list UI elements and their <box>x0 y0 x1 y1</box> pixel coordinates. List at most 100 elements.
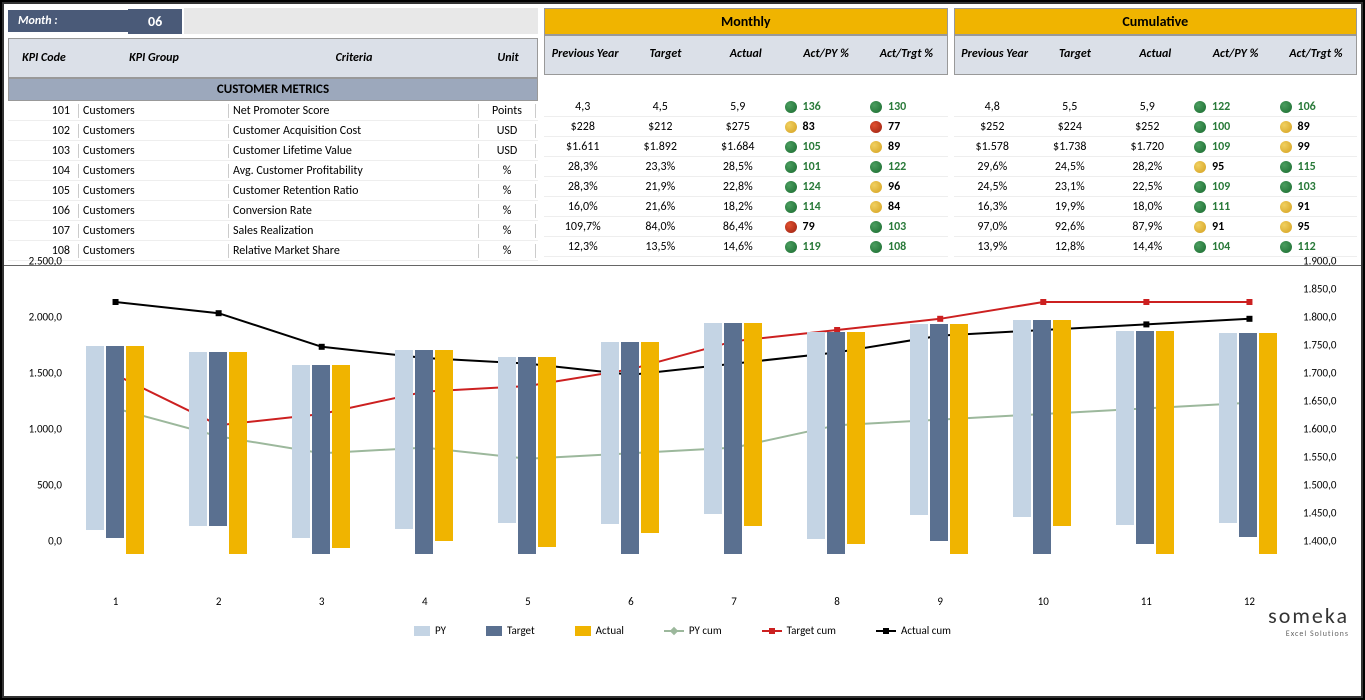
sub-py: Previous Year <box>545 48 625 61</box>
value-row: 109,7% 84,0% 86,4% 79 103 <box>544 217 948 237</box>
header-criteria: Criteria <box>229 51 479 65</box>
cell-py: 12,3% <box>544 240 622 254</box>
value-row: $1.578 $1.738 $1.720 109 99 <box>954 137 1358 157</box>
table-row: 105 Customers Customer Retention Ratio % <box>8 181 538 201</box>
cell-target: 23,1% <box>1031 180 1109 194</box>
cell-group: Customers <box>78 244 228 258</box>
cell-unit: % <box>478 164 536 178</box>
monthly-header: Monthly <box>544 8 948 35</box>
cell-actpy: 122 <box>1186 100 1272 114</box>
csub-target: Target <box>1035 48 1115 61</box>
line-py-cum <box>116 403 1250 459</box>
legend-py: PY <box>414 624 446 637</box>
bar-target <box>827 332 845 554</box>
legend-acum: Actual cum <box>876 624 951 637</box>
cell-actual: $1.684 <box>699 140 777 154</box>
cell-actual: 28,2% <box>1109 160 1187 174</box>
bar-target <box>1033 320 1051 554</box>
status-dot-icon <box>785 121 797 133</box>
bar-target <box>312 365 330 554</box>
status-dot-icon <box>1280 201 1292 213</box>
bar-py <box>807 332 825 539</box>
cell-acttrgt: 108 <box>862 240 948 254</box>
monthly-sub-headers: Previous Year Target Actual Act/PY % Act… <box>544 35 948 75</box>
monthly-panel: Monthly Previous Year Target Actual Act/… <box>544 8 948 261</box>
bar-group <box>292 365 350 554</box>
bar-group <box>910 324 968 554</box>
status-dot-icon <box>1194 241 1206 253</box>
cumulative-panel: Cumulative Previous Year Target Actual A… <box>954 8 1358 261</box>
status-dot-icon <box>1280 161 1292 173</box>
cell-actpy: 105 <box>777 140 863 154</box>
cell-py: 109,7% <box>544 220 622 234</box>
status-dot-icon <box>1194 161 1206 173</box>
month-value[interactable]: 06 <box>128 9 182 34</box>
cell-target: 12,8% <box>1031 240 1109 254</box>
bar-target <box>930 324 948 540</box>
cell-criteria: Sales Realization <box>228 224 478 238</box>
header-kpi-code: KPI Code <box>9 51 79 65</box>
cell-acttrgt: 112 <box>1272 240 1358 254</box>
status-dot-icon <box>1194 141 1206 153</box>
status-dot-icon <box>870 101 882 113</box>
value-row: 97,0% 92,6% 87,9% 91 95 <box>954 217 1358 237</box>
cell-unit: USD <box>478 124 536 138</box>
left-column-headers: KPI Code KPI Group Criteria Unit <box>8 38 538 78</box>
csub-actual: Actual <box>1115 48 1195 61</box>
bar-group <box>1116 331 1174 554</box>
bar-py <box>498 357 516 523</box>
status-dot-icon <box>870 241 882 253</box>
value-row: $1.611 $1.892 $1.684 105 89 <box>544 137 948 157</box>
cell-py: $252 <box>954 120 1032 134</box>
value-row: 28,3% 21,9% 22,8% 124 96 <box>544 177 948 197</box>
cell-group: Customers <box>78 104 228 118</box>
value-row: 28,3% 23,3% 28,5% 101 122 <box>544 157 948 177</box>
line-actual-cum <box>116 302 1250 375</box>
table-row: 107 Customers Sales Realization % <box>8 221 538 241</box>
cell-actual: $1.720 <box>1109 140 1187 154</box>
cell-py: 28,3% <box>544 180 622 194</box>
bar-group <box>498 357 556 554</box>
cell-unit: % <box>478 204 536 218</box>
chart-area: 0,0500,01.000,01.500,02.000,02.500,0 1.4… <box>4 265 1361 645</box>
cell-target: $224 <box>1031 120 1109 134</box>
cell-unit: % <box>478 224 536 238</box>
cell-py: 16,3% <box>954 200 1032 214</box>
dashboard-container: Month : 06 KPI Code KPI Group Criteria U… <box>2 2 1363 698</box>
cell-target: 21,6% <box>622 200 700 214</box>
cell-target: 19,9% <box>1031 200 1109 214</box>
legend-actual: Actual <box>575 624 624 637</box>
sub-target: Target <box>625 48 705 61</box>
cell-actpy: 100 <box>1186 120 1272 134</box>
month-spacer <box>184 8 538 34</box>
bar-target <box>209 352 227 526</box>
header-kpi-group: KPI Group <box>79 51 229 65</box>
cell-py: 4,8 <box>954 100 1032 114</box>
cell-target: $1.892 <box>622 140 700 154</box>
cell-unit: USD <box>478 144 536 158</box>
legend-target: Target <box>486 624 535 637</box>
cell-group: Customers <box>78 184 228 198</box>
cell-actpy: 114 <box>777 200 863 214</box>
cell-target: 5,5 <box>1031 100 1109 114</box>
line-target-cum <box>116 302 1250 425</box>
sub-actpy: Act/PY % <box>786 48 866 61</box>
cell-code: 101 <box>8 104 78 118</box>
cell-acttrgt: 89 <box>1272 120 1358 134</box>
value-row: 13,9% 12,8% 14,4% 104 112 <box>954 237 1358 257</box>
bar-target <box>1239 333 1257 537</box>
cell-acttrgt: 122 <box>862 160 948 174</box>
status-dot-icon <box>870 201 882 213</box>
cell-acttrgt: 103 <box>1272 180 1358 194</box>
cell-actpy: 109 <box>1186 180 1272 194</box>
cell-acttrgt: 115 <box>1272 160 1358 174</box>
legend-tcum: Target cum <box>762 624 836 637</box>
header-unit: Unit <box>479 51 537 65</box>
status-dot-icon <box>785 221 797 233</box>
cell-target: 92,6% <box>1031 220 1109 234</box>
bar-actual <box>1156 331 1174 554</box>
table-row: 101 Customers Net Promoter Score Points <box>8 101 538 121</box>
cell-code: 105 <box>8 184 78 198</box>
value-row: 16,0% 21,6% 18,2% 114 84 <box>544 197 948 217</box>
cell-actpy: 136 <box>777 100 863 114</box>
